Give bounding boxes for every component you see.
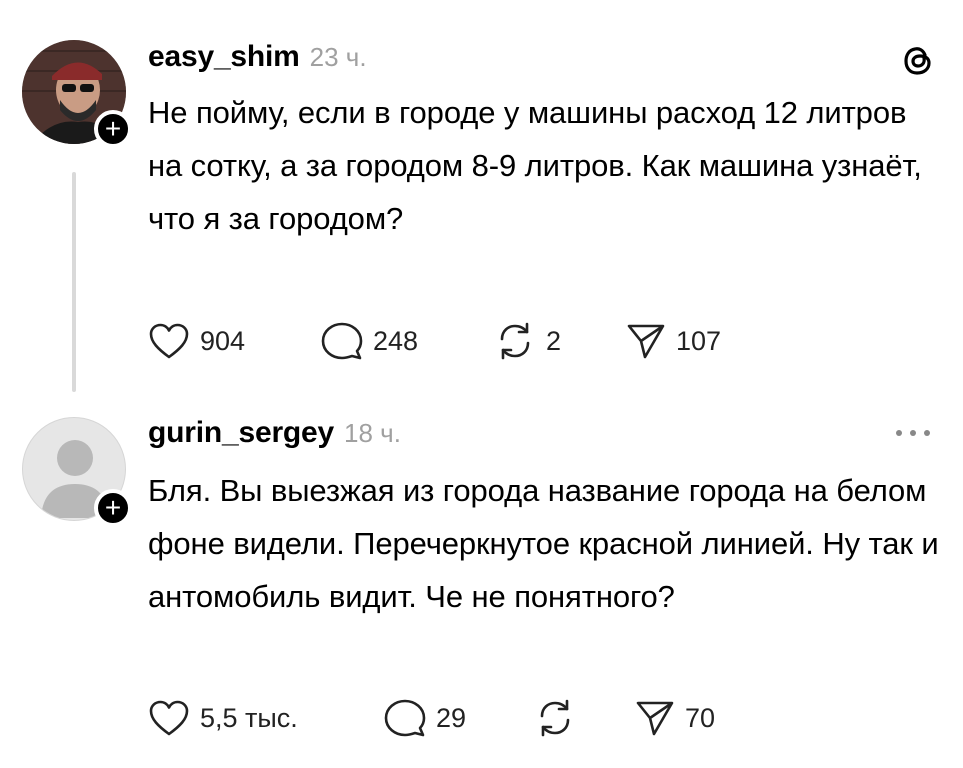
heart-icon — [149, 323, 189, 359]
comment-icon — [384, 699, 426, 737]
like-button[interactable]: 904 — [148, 321, 245, 361]
share-count: 107 — [676, 325, 722, 356]
repost-button[interactable] — [534, 698, 586, 738]
repost-icon — [500, 322, 530, 360]
reply-count: 248 — [373, 325, 419, 356]
timestamp: 18 ч. — [344, 418, 401, 448]
follow-plus-button[interactable]: + — [94, 110, 132, 148]
like-count: 5,5 тыс. — [200, 702, 298, 733]
reply-button[interactable]: 248 — [321, 321, 418, 361]
post-text: Бля. Вы выезжая из города название город… — [148, 473, 939, 614]
share-button[interactable]: 70 — [635, 698, 715, 738]
comment-icon — [321, 322, 363, 360]
post-header: gurin_sergey 18 ч. — [148, 416, 401, 450]
reply-button[interactable]: 29 — [384, 698, 466, 738]
thread-line — [72, 172, 76, 392]
post-gurin-sergey: + gurin_sergey 18 ч. Бля. Вы выезжая из … — [0, 400, 963, 768]
timestamp: 23 ч. — [309, 42, 367, 72]
post-header: easy_shim 23 ч. — [148, 40, 367, 74]
post-easy-shim: + easy_shim 23 ч. Не пойму, если в город… — [0, 0, 963, 400]
post-actions: 904 248 2 107 — [148, 321, 848, 361]
like-button[interactable]: 5,5 тыс. — [148, 698, 298, 738]
username[interactable]: gurin_sergey — [148, 416, 334, 450]
share-count: 70 — [685, 702, 716, 733]
share-button[interactable]: 107 — [626, 321, 721, 361]
username[interactable]: easy_shim — [148, 40, 300, 74]
send-icon — [627, 324, 665, 359]
repost-button[interactable]: 2 — [494, 321, 561, 361]
reply-count: 29 — [436, 702, 467, 733]
threads-logo-icon[interactable] — [900, 43, 936, 79]
like-count: 904 — [200, 325, 246, 356]
more-options-icon[interactable] — [893, 427, 933, 439]
repost-icon — [540, 699, 570, 737]
send-icon — [636, 701, 674, 736]
heart-icon — [149, 700, 189, 736]
repost-count: 2 — [546, 325, 562, 356]
post-text: Не пойму, если в городе у машины расход … — [148, 95, 922, 236]
post-actions: 5,5 тыс. 29 70 — [148, 698, 848, 738]
follow-plus-button[interactable]: + — [94, 489, 132, 527]
